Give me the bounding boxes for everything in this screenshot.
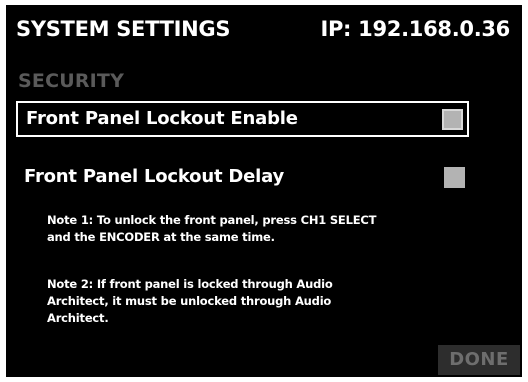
setting-label-lockout-delay: Front Panel Lockout Delay xyxy=(24,166,285,187)
note-1-line-2: and the ENCODER at the same time. xyxy=(47,230,275,244)
note-2-line-1: Note 2: If front panel is locked through… xyxy=(47,277,333,291)
lockout-delay-checkbox[interactable] xyxy=(444,167,465,188)
note-1-line-1: Note 1: To unlock the front panel, press… xyxy=(47,213,377,227)
note-1: Note 1: To unlock the front panel, press… xyxy=(47,212,467,246)
section-title-security: SECURITY xyxy=(18,70,125,92)
page-title: SYSTEM SETTINGS xyxy=(16,17,231,41)
done-button[interactable]: DONE xyxy=(438,345,520,375)
setting-row-lockout-enable[interactable]: Front Panel Lockout Enable xyxy=(16,101,469,137)
note-2-line-3: Architect. xyxy=(47,311,109,325)
note-2-line-2: Architect, it must be unlocked through A… xyxy=(47,294,332,308)
note-2: Note 2: If front panel is locked through… xyxy=(47,276,467,327)
ip-address-label: IP: 192.168.0.36 xyxy=(320,17,510,41)
setting-label-lockout-enable: Front Panel Lockout Enable xyxy=(26,108,298,129)
settings-screen: SYSTEM SETTINGS IP: 192.168.0.36 SECURIT… xyxy=(6,5,522,377)
setting-row-lockout-delay[interactable]: Front Panel Lockout Delay xyxy=(16,161,469,197)
lockout-enable-checkbox[interactable] xyxy=(442,109,463,130)
